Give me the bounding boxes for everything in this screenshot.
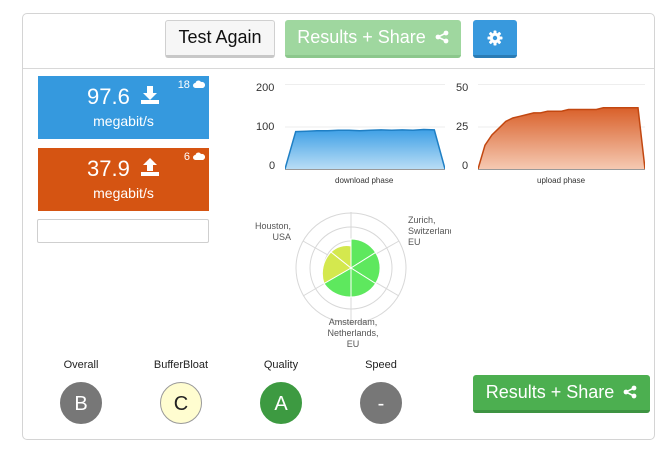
download-tick-bottom: 0 bbox=[269, 160, 276, 172]
download-speed: 97.6 bbox=[38, 85, 209, 109]
grade-overall: B bbox=[60, 382, 102, 424]
download-unit: megabit/s bbox=[93, 113, 154, 129]
share-icon bbox=[435, 30, 449, 44]
upload-speed-box: 6 37.9 megabit/s bbox=[38, 148, 209, 211]
grade-label-speed: Speed bbox=[365, 359, 397, 371]
city-amsterdam: Amsterdam, Netherlands, EU bbox=[327, 317, 379, 347]
download-icon bbox=[140, 86, 159, 104]
city-houston: Houston, USA bbox=[254, 221, 291, 242]
download-graph bbox=[285, 84, 445, 170]
results-share-button-top[interactable]: Results + Share bbox=[285, 20, 461, 58]
grade-label-quality: Quality bbox=[263, 359, 299, 371]
upload-unit: megabit/s bbox=[93, 185, 154, 201]
graph-area bbox=[285, 129, 445, 169]
toolbar: Test Again Results + Share bbox=[23, 14, 654, 69]
upload-graph bbox=[478, 84, 645, 170]
results-share-label: Results + Share bbox=[485, 382, 615, 402]
test-again-button[interactable]: Test Again bbox=[165, 20, 275, 58]
upload-tick-mid: 25 bbox=[456, 121, 469, 133]
server-radar-chart bbox=[295, 212, 407, 324]
download-phase-label: download phase bbox=[335, 176, 394, 185]
upload-tick-bottom: 0 bbox=[462, 160, 469, 172]
grade-speed: - bbox=[360, 382, 402, 424]
upload-tick-top: 50 bbox=[456, 82, 469, 94]
settings-button[interactable] bbox=[473, 20, 517, 58]
city-zurich: Zurich, Switzerland, EU bbox=[408, 215, 451, 247]
results-panel: Test Again Results + Share 18 97.6 megab… bbox=[22, 13, 655, 440]
results-share-label: Results + Share bbox=[297, 27, 426, 47]
upload-speed: 37.9 bbox=[38, 157, 209, 181]
empty-info-box bbox=[37, 219, 209, 243]
download-speed-box: 18 97.6 megabit/s bbox=[38, 76, 209, 139]
share-icon bbox=[623, 385, 637, 399]
grade-label-overall: Overall bbox=[63, 359, 99, 371]
grade-bufferbloat: C bbox=[160, 382, 202, 424]
grade-quality: A bbox=[260, 382, 302, 424]
upload-icon bbox=[140, 158, 159, 176]
graph-area bbox=[478, 107, 645, 169]
download-tick-mid: 100 bbox=[256, 121, 275, 133]
upload-phase-label: upload phase bbox=[537, 176, 586, 185]
grade-label-bufferbloat: BufferBloat bbox=[153, 359, 209, 371]
gear-icon bbox=[487, 30, 503, 46]
results-share-button-bottom[interactable]: Results + Share bbox=[473, 375, 650, 413]
download-tick-top: 200 bbox=[256, 82, 275, 94]
